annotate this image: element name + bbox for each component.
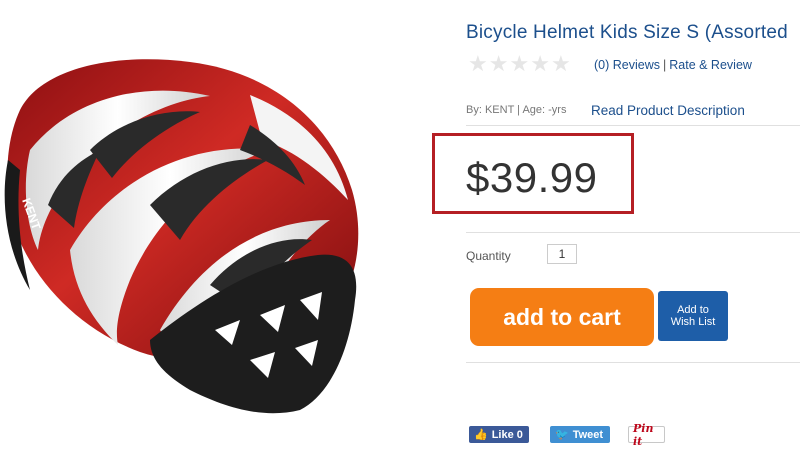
wishlist-label-line2: Wish List (670, 316, 716, 328)
tweet-button[interactable]: 🐦 Tweet (550, 426, 610, 443)
star-icon[interactable]: ★ (509, 53, 529, 75)
add-to-wishlist-button[interactable]: Add to Wish List (658, 291, 728, 341)
star-icon[interactable]: ★ (468, 53, 488, 75)
thumbs-up-icon: 👍 (474, 429, 488, 441)
wishlist-label-line1: Add to (677, 304, 709, 316)
star-icon[interactable]: ★ (551, 53, 571, 75)
divider (466, 232, 800, 233)
helmet-image: KENT (4, 59, 359, 414)
reviews-link[interactable]: (0) Reviews (594, 58, 660, 72)
rate-review-link[interactable]: Rate & Review (669, 58, 752, 72)
twitter-bird-icon: 🐦 (555, 429, 569, 441)
brand-age-line: By: KENT | Age: -yrs (466, 104, 567, 116)
product-info: Bicycle Helmet Kids Size S (Assorted ★ ★… (432, 0, 800, 453)
quantity-label: Quantity (466, 249, 511, 263)
tweet-label: Tweet (572, 428, 604, 441)
read-description-link[interactable]: Read Product Description (591, 103, 745, 118)
product-image[interactable]: KENT (0, 0, 450, 453)
pinterest-button[interactable]: Pin it (628, 422, 665, 448)
product-price: $39.99 (466, 154, 598, 201)
like-label: Like 0 (491, 428, 523, 441)
divider (466, 125, 800, 126)
pin-label: Pin it (633, 421, 654, 448)
reviews-row: (0) Reviews | Rate & Review (594, 58, 752, 72)
rating-stars[interactable]: ★ ★ ★ ★ ★ (468, 53, 571, 75)
star-icon[interactable]: ★ (530, 53, 550, 75)
divider (466, 362, 800, 363)
reviews-separator: | (663, 58, 667, 72)
quantity-input[interactable]: 1 (547, 244, 577, 264)
facebook-like-button[interactable]: 👍 Like 0 (469, 426, 529, 443)
product-title: Bicycle Helmet Kids Size S (Assorted (466, 22, 788, 43)
add-to-cart-button[interactable]: add to cart (470, 288, 654, 346)
star-icon[interactable]: ★ (489, 53, 509, 75)
